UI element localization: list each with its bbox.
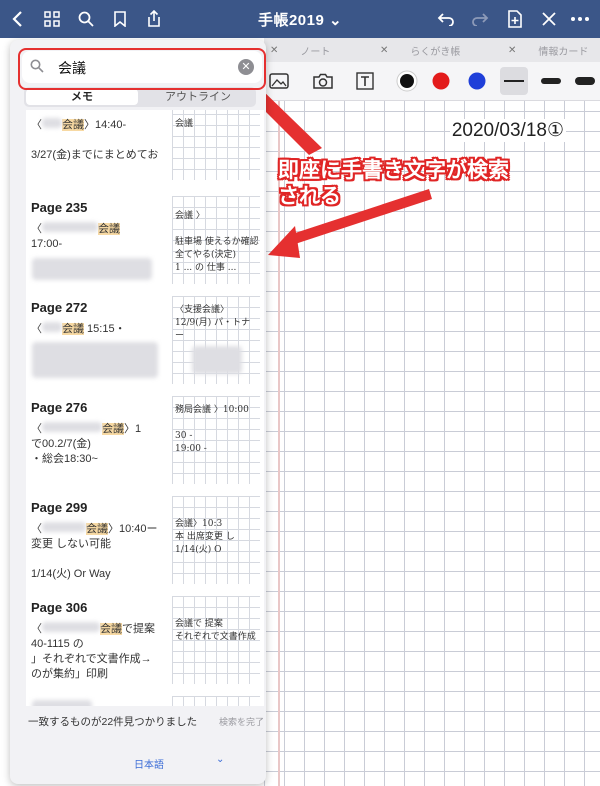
result-snippet: 〈会議で提案 40-1115 の 」それぞれで文書作成→ のが集約」印刷 — [31, 622, 155, 680]
results-list: 〈会議〉14:40- 3/27(金)までにまとめてお 会議 Page 235 〈… — [26, 110, 264, 706]
language-select[interactable]: 日本語 — [134, 756, 164, 771]
result-count: 一致するものが22件見つかりました — [28, 716, 198, 728]
keyword-highlight: 会議 — [62, 119, 84, 131]
list-item[interactable]: 〈会議〉14:40- 3/27(金)までにまとめてお 会議 — [26, 110, 264, 191]
result-snippet: 〈会議 17:00- — [31, 222, 120, 250]
segmented-control: メモ アウトライン — [24, 87, 256, 107]
result-snippet: 〈会議〉1 で00.2/7(金) ・総会18:30~ — [31, 422, 142, 465]
segment-outline[interactable]: アウトライン — [140, 87, 256, 107]
thumbnail-handwriting: 会議 — [175, 119, 194, 129]
result-page-title: Page 299 — [31, 500, 88, 515]
search-status: 検索を完了 — [218, 717, 264, 727]
page-thumbnail: 会議〉10:3 本 出席変更 し 1/14(火) O — [172, 496, 260, 584]
result-snippet: 〈会議〉10:40ー 変更 しない可能 1/14(火) Or Way — [31, 522, 158, 580]
result-snippet: 〈会議〉14:40- 3/27(金)までにまとめてお — [31, 118, 159, 161]
search-highlight-box — [18, 48, 266, 90]
keyword-highlight: 会議 — [100, 623, 122, 635]
page-thumbnail: 務局会議 〉10:00 30 - 19:00 - — [172, 396, 260, 484]
segment-memo[interactable]: メモ — [26, 89, 138, 105]
result-page-title: Page 272 — [31, 300, 88, 315]
list-item[interactable]: Page 299 〈会議〉10:40ー 変更 しない可能 1/14(火) Or … — [26, 490, 264, 591]
list-item[interactable]: Page 272 〈会議 15:15・ 〈支援会議〉 12/9(月) パ・トナー — [26, 290, 264, 391]
page-thumbnail: 〈支援会議〉 12/9(月) パ・トナー — [172, 296, 260, 384]
thumbnail-handwriting: 〈支援会議〉 12/9(月) パ・トナー — [175, 305, 251, 341]
page-thumbnail: 会議で 提案 それぞれで文書作成 — [172, 596, 260, 684]
annotation-line-1: 即座に手書き文字が検索 — [278, 159, 509, 182]
list-item[interactable]: Page 235 〈会議 17:00- 会議 〉 駐車場 使えるか確認 全てやる… — [26, 190, 264, 291]
annotation-line-2: される — [278, 185, 341, 208]
arrowhead-result — [268, 226, 300, 258]
result-snippet: 〈会議 15:15・ — [31, 322, 126, 335]
list-item[interactable]: Page 306 〈会議で提案 40-1115 の 」それぞれで文書作成→ のが… — [26, 590, 264, 691]
annotation-text: 即座に手書き文字が検索 される — [278, 158, 509, 210]
page-thumbnail: 会議 〉 駐車場 使えるか確認 全てやる(決定) 1 ... の 仕事 ... — [172, 196, 260, 284]
result-page-title: Page 306 — [31, 600, 88, 615]
thumbnail-handwriting: 会議 〉 駐車場 使えるか確認 全てやる(決定) 1 ... の 仕事 ... — [175, 211, 259, 273]
keyword-highlight: 会議 — [98, 223, 120, 235]
list-item[interactable] — [26, 690, 264, 706]
page-thumbnail — [172, 696, 260, 706]
search-footer: 一致するものが22件見つかりました 検索を完了 日本語 ⌄ — [26, 710, 264, 784]
list-item[interactable]: Page 276 〈会議〉1 で00.2/7(金) ・総会18:30~ 務局会議… — [26, 390, 264, 491]
keyword-highlight: 会議 — [102, 423, 124, 435]
thumbnail-handwriting: 会議〉10:3 本 出席変更 し 1/14(火) O — [175, 519, 235, 555]
thumbnail-handwriting: 会議で 提案 それぞれで文書作成 — [175, 619, 256, 642]
page-thumbnail: 会議 — [172, 110, 260, 180]
result-page-title: Page 276 — [31, 400, 88, 415]
result-page-title: Page 235 — [31, 200, 88, 215]
keyword-highlight: 会議 — [86, 523, 108, 535]
search-panel: ✕ メモ アウトライン 〈会議〉14:40- 3/27(金)までにまとめてお 会… — [10, 40, 266, 784]
keyword-highlight: 会議 — [62, 323, 84, 335]
thumbnail-handwriting: 務局会議 〉10:00 30 - 19:00 - — [175, 405, 249, 454]
chevron-down-icon[interactable]: ⌄ — [216, 754, 224, 765]
